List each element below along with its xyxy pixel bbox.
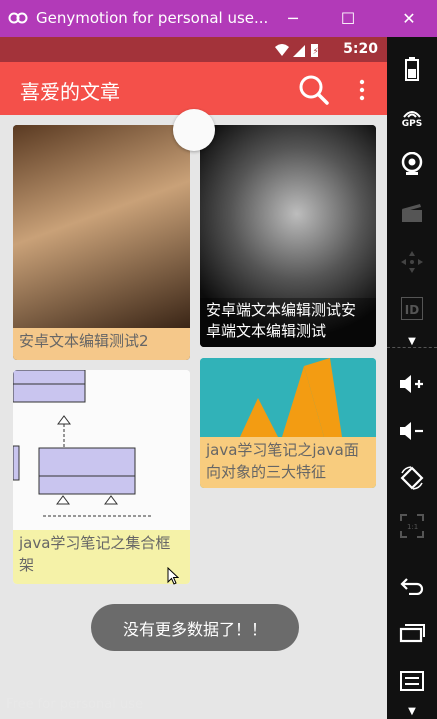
status-bar: ⚡ 5:20	[0, 37, 387, 62]
article-card[interactable]: java学习笔记之集合框架	[13, 370, 190, 584]
logo-graphic-icon	[240, 358, 342, 437]
scroll-down-arrow-icon[interactable]: ▼	[387, 705, 437, 717]
toolbar-divider	[387, 347, 437, 348]
svg-text:⚡: ⚡	[313, 47, 319, 57]
scale-icon[interactable]: 1:1	[387, 511, 437, 541]
app-toolbar: 喜爱的文章	[0, 62, 387, 115]
article-title: java学习笔记之集合框架	[13, 530, 190, 584]
gps-icon[interactable]: GPS	[387, 103, 437, 133]
id-icon[interactable]: ID	[387, 295, 437, 321]
search-icon[interactable]	[297, 74, 331, 106]
article-title: 安卓端文本编辑测试安卓端文本编辑测试	[200, 298, 376, 347]
pull-refresh-indicator	[173, 109, 215, 151]
article-image	[200, 358, 376, 437]
phone-screen: ⚡ 5:20 喜爱的文章 安卓文本编辑测试2 安卓端文本编辑测试安卓端文本编辑测…	[0, 37, 387, 719]
article-image	[13, 370, 190, 530]
gps-label: GPS	[401, 119, 423, 129]
clapper-icon[interactable]	[387, 199, 437, 227]
article-card[interactable]: 安卓文本编辑测试2	[13, 125, 190, 360]
dpad-icon[interactable]	[387, 247, 437, 277]
window-titlebar: Genymotion for personal use... ─ ☐ ✕	[0, 0, 437, 37]
genymotion-logo-icon	[8, 12, 28, 24]
more-vert-icon[interactable]	[355, 77, 369, 103]
volume-down-icon[interactable]	[387, 417, 437, 445]
article-card[interactable]: 安卓端文本编辑测试安卓端文本编辑测试	[200, 125, 376, 347]
signal-icon	[293, 45, 305, 57]
menu-icon[interactable]	[387, 667, 437, 695]
toast-message: 没有更多数据了！！	[91, 604, 299, 651]
battery-icon[interactable]	[387, 55, 437, 83]
recent-apps-icon[interactable]	[387, 619, 437, 647]
rotate-icon[interactable]	[387, 463, 437, 493]
volume-up-icon[interactable]	[387, 370, 437, 398]
uml-diagram-icon	[13, 370, 153, 517]
article-card[interactable]: java学习笔记之java面向对象的三大特征	[200, 358, 376, 488]
camera-icon[interactable]	[387, 150, 437, 178]
wifi-icon	[275, 44, 289, 56]
maximize-button[interactable]: ☐	[325, 0, 371, 37]
scale-label: 1:1	[407, 523, 418, 531]
mouse-cursor-icon	[167, 567, 179, 585]
status-icons: ⚡	[275, 44, 319, 57]
expand-arrow-icon[interactable]: ▼	[387, 335, 437, 347]
window-title: Genymotion for personal use...	[36, 9, 269, 27]
close-button[interactable]: ✕	[386, 0, 432, 37]
article-title: java学习笔记之java面向对象的三大特征	[200, 437, 376, 488]
page-title: 喜爱的文章	[20, 80, 120, 104]
minimize-button[interactable]: ─	[270, 0, 316, 37]
watermark: Free for personal use	[6, 697, 144, 712]
emulator-toolbar: GPS ID ▼ 1:1 ▼	[387, 37, 437, 719]
id-label: ID	[404, 302, 420, 317]
article-title: 安卓文本编辑测试2	[13, 328, 190, 360]
article-image	[13, 125, 190, 328]
back-icon[interactable]	[387, 571, 437, 599]
status-time: 5:20	[343, 41, 378, 57]
